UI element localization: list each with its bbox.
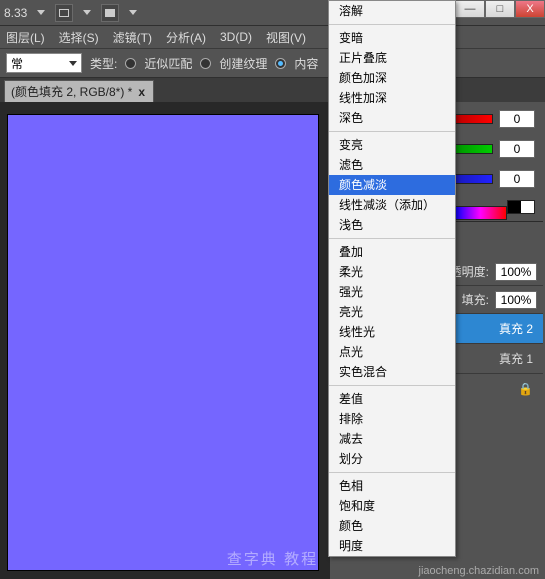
layer-fill-1-label: 真充 1: [499, 350, 533, 367]
type-label: 类型:: [90, 55, 117, 72]
blend-item-6[interactable]: 深色: [329, 108, 455, 128]
canvas-area: [0, 102, 330, 579]
watermark-text: 查字典 教程: [227, 548, 318, 569]
blend-item-8[interactable]: 变亮: [329, 135, 455, 155]
minimize-button[interactable]: —: [455, 0, 485, 18]
menu-view[interactable]: 视图(V): [266, 29, 306, 46]
blend-item-18[interactable]: 线性光: [329, 322, 455, 342]
tab-close-icon[interactable]: x: [136, 85, 147, 99]
opacity-value[interactable]: 100%: [495, 263, 537, 281]
blend-mode-menu: 溶解变暗正片叠底颜色加深线性加深深色变亮滤色颜色减淡线性减淡（添加）浅色叠加柔光…: [328, 0, 456, 557]
blend-item-29[interactable]: 颜色: [329, 516, 455, 536]
blend-item-3[interactable]: 正片叠底: [329, 48, 455, 68]
fill-label: 填充:: [462, 291, 489, 308]
document-canvas[interactable]: [8, 115, 318, 570]
radio-create-texture-label: 创建纹理: [219, 55, 267, 72]
screen-mode-dropdown[interactable]: [83, 10, 91, 15]
radio-content-aware-label: 内容: [294, 55, 318, 72]
layer-fill-2-label: 真充 2: [499, 320, 533, 337]
blend-mode-select[interactable]: 常: [6, 53, 82, 73]
blend-item-20[interactable]: 实色混合: [329, 362, 455, 382]
radio-create-texture[interactable]: [200, 58, 211, 69]
blend-item-9[interactable]: 滤色: [329, 155, 455, 175]
blend-item-30[interactable]: 明度: [329, 536, 455, 556]
blend-mode-value: 常: [11, 55, 23, 72]
menu-filter[interactable]: 滤镜(T): [113, 29, 152, 46]
maximize-button[interactable]: □: [485, 0, 515, 18]
blend-item-16[interactable]: 强光: [329, 282, 455, 302]
menu-select[interactable]: 选择(S): [59, 29, 99, 46]
screen-mode-button[interactable]: [55, 4, 73, 22]
document-tab-title: (颜色填充 2, RGB/8*) *: [11, 83, 132, 100]
lock-icon: 🔒: [518, 382, 533, 396]
blend-item-17[interactable]: 亮光: [329, 302, 455, 322]
radio-approx-label: 近似匹配: [144, 55, 192, 72]
blend-item-19[interactable]: 点光: [329, 342, 455, 362]
arrange-button[interactable]: [101, 4, 119, 22]
blend-item-4[interactable]: 颜色加深: [329, 68, 455, 88]
menu-analysis[interactable]: 分析(A): [166, 29, 206, 46]
zoom-dropdown-icon[interactable]: [37, 10, 45, 15]
red-value[interactable]: 0: [499, 110, 535, 128]
blend-item-25[interactable]: 划分: [329, 449, 455, 469]
blend-item-10[interactable]: 颜色减淡: [329, 175, 455, 195]
zoom-value: 8.33: [4, 6, 27, 20]
blend-item-27[interactable]: 色相: [329, 476, 455, 496]
menu-3d[interactable]: 3D(D): [220, 30, 252, 44]
document-tab[interactable]: (颜色填充 2, RGB/8*) * x: [4, 80, 154, 102]
radio-approx[interactable]: [125, 58, 136, 69]
blend-item-5[interactable]: 线性加深: [329, 88, 455, 108]
blend-item-22[interactable]: 差值: [329, 389, 455, 409]
arrange-dropdown[interactable]: [129, 10, 137, 15]
blend-item-28[interactable]: 饱和度: [329, 496, 455, 516]
fill-value[interactable]: 100%: [495, 291, 537, 309]
blend-item-12[interactable]: 浅色: [329, 215, 455, 235]
radio-content-aware[interactable]: [275, 58, 286, 69]
chevron-down-icon: [69, 61, 77, 66]
blend-item-11[interactable]: 线性减淡（添加）: [329, 195, 455, 215]
blend-item-0[interactable]: 溶解: [329, 1, 455, 21]
blue-value[interactable]: 0: [499, 170, 535, 188]
blend-item-15[interactable]: 柔光: [329, 262, 455, 282]
blend-item-2[interactable]: 变暗: [329, 28, 455, 48]
blend-item-24[interactable]: 减去: [329, 429, 455, 449]
close-button[interactable]: X: [515, 0, 545, 18]
watermark-url: jiaocheng.chazidian.com: [419, 565, 539, 577]
blend-item-14[interactable]: 叠加: [329, 242, 455, 262]
blend-item-23[interactable]: 排除: [329, 409, 455, 429]
green-value[interactable]: 0: [499, 140, 535, 158]
menu-layer[interactable]: 图层(L): [6, 29, 45, 46]
